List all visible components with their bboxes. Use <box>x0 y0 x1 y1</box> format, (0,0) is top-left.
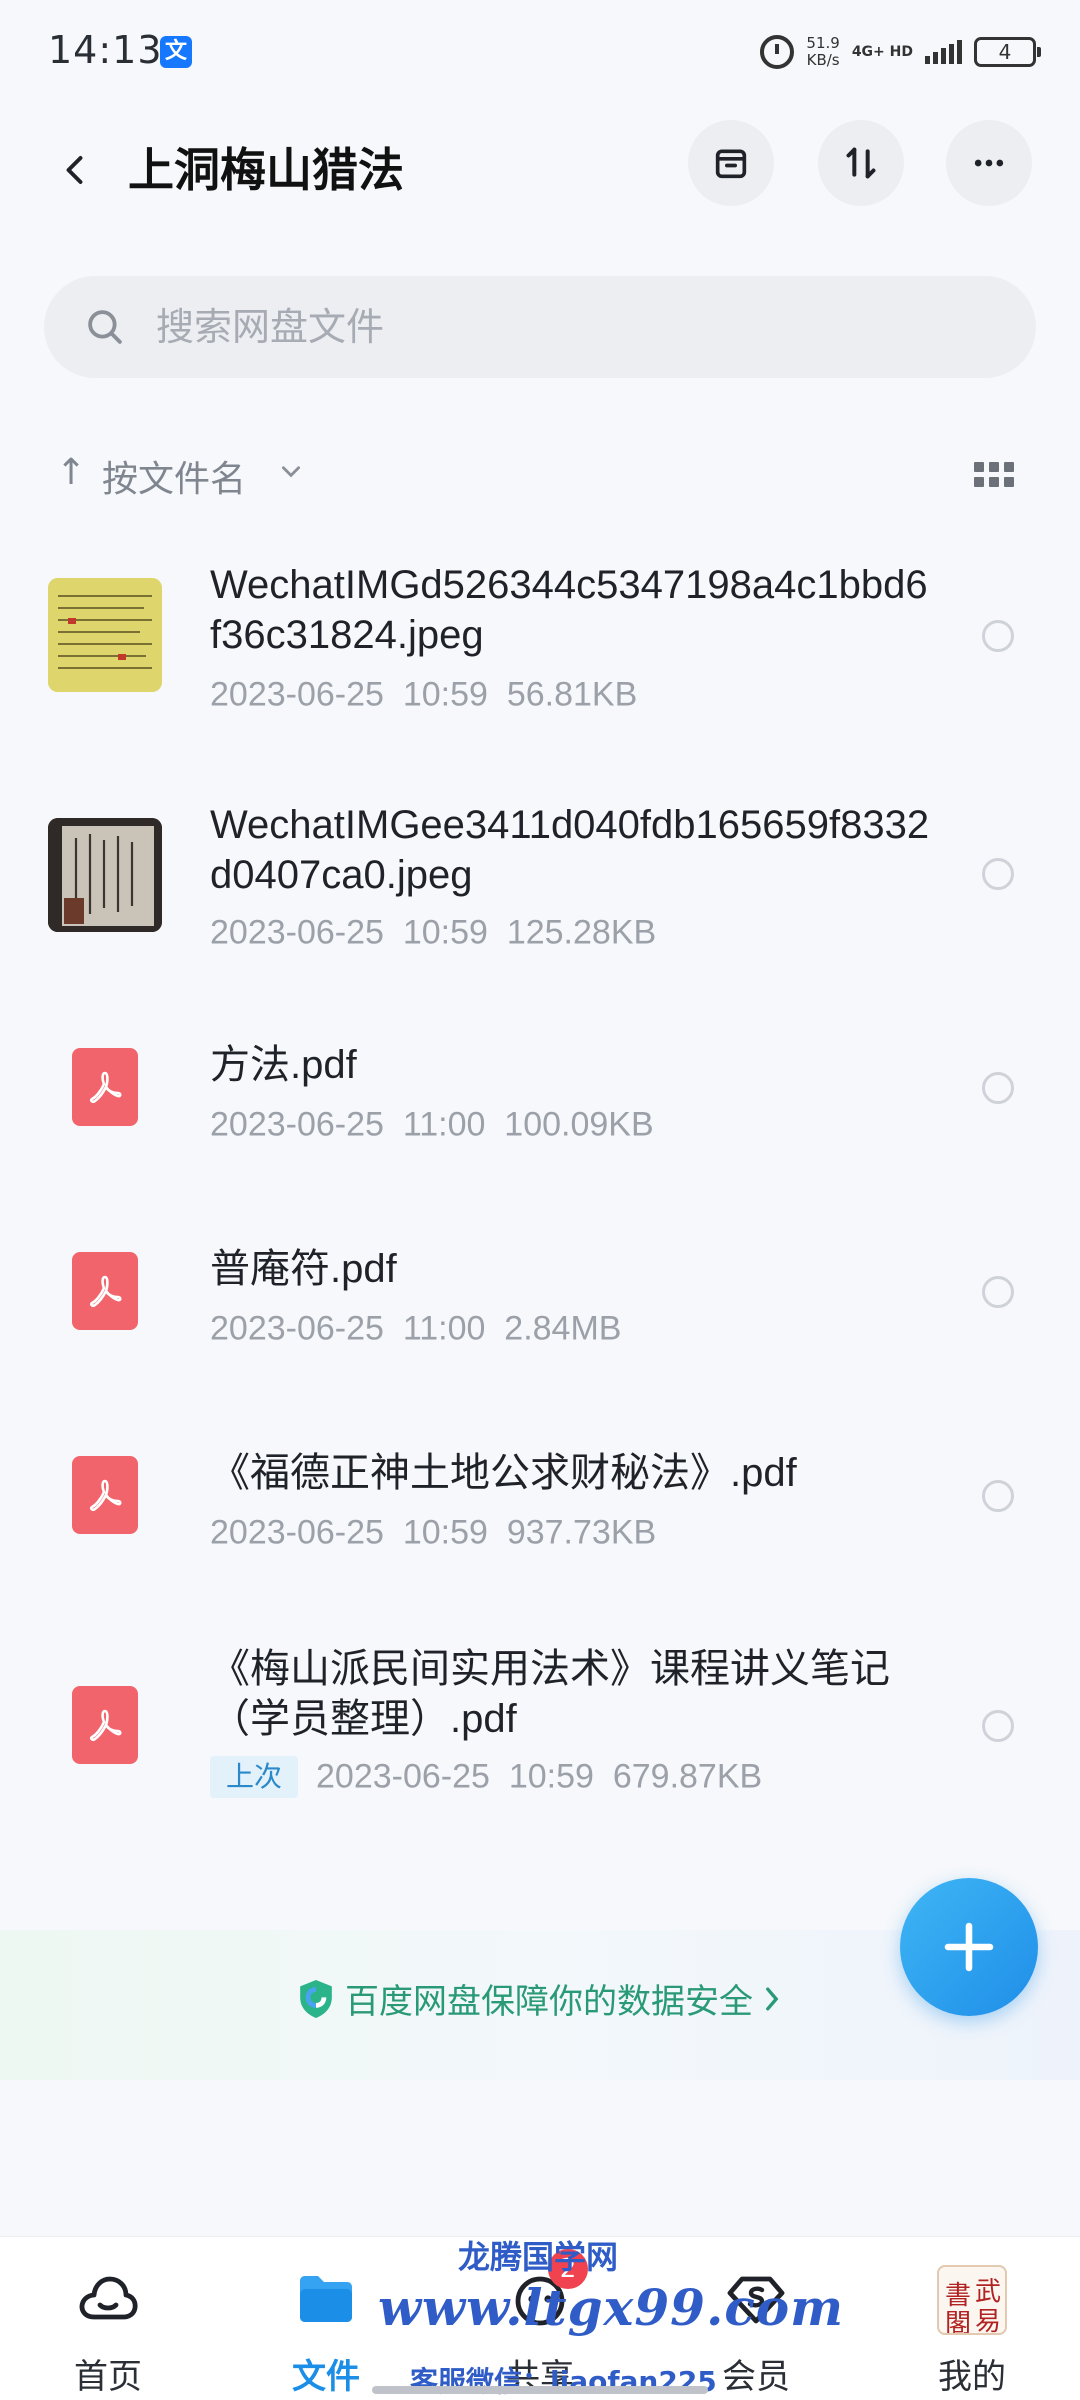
nav-item-home[interactable]: 首页 <box>28 2237 188 2400</box>
file-size: 2.84MB <box>504 1309 622 1348</box>
security-text: 百度网盘保障你的数据安全 <box>345 1982 753 2022</box>
pdf-file-icon <box>72 1048 138 1126</box>
bottom-nav: 首页 文件 2 共享 会员 書 武 閣 易 我的 <box>0 2236 1080 2400</box>
transfer-sort-button[interactable] <box>818 120 904 206</box>
home-indicator <box>372 2386 708 2394</box>
search-box[interactable] <box>44 276 1036 378</box>
cloud-home-icon <box>79 2276 138 2320</box>
pdf-file-icon <box>72 1252 138 1330</box>
header-bar: 上洞梅山猎法 <box>0 120 1080 220</box>
file-meta: 上次 2023-06-25 10:59 679.87KB <box>210 1756 763 1799</box>
nav-label-me: 我的 <box>938 2357 1006 2397</box>
nav-item-share[interactable]: 2 共享 <box>460 2237 620 2400</box>
folder-icon <box>300 2276 352 2322</box>
file-time: 11:00 <box>402 1105 486 1144</box>
image-thumbnail-yellow <box>48 578 162 692</box>
sort-by-dropdown[interactable]: 按文件名 <box>102 450 246 502</box>
file-name: 《梅山派民间实用法术》课程讲义笔记（学员整理）.pdf <box>210 1647 890 1741</box>
more-button[interactable] <box>946 120 1032 206</box>
transfer-sort-icon <box>846 147 876 179</box>
recent-tag: 上次 <box>210 1756 299 1799</box>
alarm-icon <box>760 35 795 69</box>
pdf-file-icon <box>72 1686 138 1764</box>
sort-bar: ↑ 按文件名 <box>0 440 1080 510</box>
vip-diamond-icon <box>727 2276 785 2324</box>
select-radio[interactable] <box>982 1710 1014 1742</box>
back-button[interactable] <box>46 140 106 200</box>
status-right-group: 51.9 KB/s 4G+ HD 4 <box>760 30 1041 74</box>
select-radio[interactable] <box>982 1276 1014 1308</box>
file-size: 100.09KB <box>504 1105 654 1144</box>
file-time: 10:59 <box>402 1513 488 1552</box>
file-meta: 2023-06-25 10:59 125.28KB <box>210 912 656 953</box>
page-title: 上洞梅山猎法 <box>128 143 404 197</box>
sort-direction-arrow[interactable]: ↑ <box>56 452 86 493</box>
network-speed-unit: KB/s <box>806 51 840 69</box>
file-name: 方法.pdf <box>210 1043 357 1087</box>
nav-item-vip[interactable]: 会员 <box>676 2237 836 2400</box>
file-name: 普庵符.pdf <box>210 1247 397 1291</box>
signal-icon <box>925 40 962 64</box>
plus-icon <box>944 1922 994 1972</box>
network-speed-value: 51.9 <box>806 34 840 52</box>
image-thumbnail <box>48 578 162 692</box>
back-icon <box>66 156 83 184</box>
select-radio[interactable] <box>982 1480 1014 1512</box>
file-name: WechatIMGd526344c5347198a4c1bbd6f36c3182… <box>210 563 928 657</box>
file-meta: 2023-06-25 11:00 2.84MB <box>210 1308 621 1349</box>
nav-item-me[interactable]: 書 武 閣 易 我的 <box>892 2237 1052 2400</box>
battery-icon: 4 <box>974 37 1041 67</box>
avatar: 書 武 閣 易 <box>937 2265 1007 2335</box>
status-bar: 14:13 文 51.9 KB/s 4G+ HD 4 <box>0 0 1080 100</box>
share-badge: 2 <box>548 2249 588 2289</box>
file-size: 56.81KB <box>506 675 638 714</box>
select-radio[interactable] <box>982 620 1014 652</box>
grid-view-icon[interactable] <box>974 462 1014 492</box>
archive-button[interactable] <box>688 120 774 206</box>
file-date: 2023-06-25 <box>210 1105 384 1144</box>
select-radio[interactable] <box>982 1072 1014 1104</box>
image-thumbnail-dark <box>48 818 162 932</box>
file-time: 10:59 <box>508 1757 594 1796</box>
network-speed: 51.9 KB/s <box>806 35 839 69</box>
chevron-right-icon <box>766 1987 779 2010</box>
select-radio[interactable] <box>982 858 1014 890</box>
archive-icon <box>715 149 747 179</box>
file-date: 2023-06-25 <box>210 1309 384 1348</box>
file-meta: 2023-06-25 11:00 100.09KB <box>210 1104 654 1145</box>
file-time: 10:59 <box>402 913 488 952</box>
file-size: 937.73KB <box>506 1513 657 1552</box>
status-time: 14:13 <box>48 28 163 72</box>
file-time: 11:00 <box>402 1309 486 1348</box>
add-button[interactable] <box>900 1878 1038 2016</box>
network-type: 4G+ HD <box>851 44 913 60</box>
search-input[interactable] <box>156 276 976 378</box>
search-icon <box>88 310 122 344</box>
translate-app-icon: 文 <box>160 36 192 68</box>
pdf-file-icon <box>72 1456 138 1534</box>
nav-item-files[interactable]: 文件 <box>246 2237 406 2400</box>
file-date: 2023-06-25 <box>316 1757 490 1796</box>
image-thumbnail <box>48 818 162 932</box>
shield-icon <box>300 1979 332 2018</box>
file-date: 2023-06-25 <box>210 913 384 952</box>
app-root: 14:13 文 51.9 KB/s 4G+ HD 4 上洞梅山猎法 搜索网盘文件… <box>0 0 1080 2400</box>
file-size: 679.87KB <box>612 1757 763 1796</box>
more-icon <box>974 159 1004 167</box>
file-name: WechatIMGee3411d040fdb165659f8332d0407ca… <box>210 803 930 897</box>
file-name: 《福德正神土地公求财秘法》.pdf <box>210 1451 797 1495</box>
nav-label-home: 首页 <box>74 2357 142 2397</box>
file-meta: 2023-06-25 10:59 56.81KB <box>210 674 637 715</box>
file-date: 2023-06-25 <box>210 1513 384 1552</box>
file-date: 2023-06-25 <box>210 675 384 714</box>
chevron-down-icon[interactable] <box>278 458 304 484</box>
file-size: 125.28KB <box>506 913 657 952</box>
file-time: 10:59 <box>402 675 488 714</box>
file-meta: 2023-06-25 10:59 937.73KB <box>210 1512 656 1553</box>
